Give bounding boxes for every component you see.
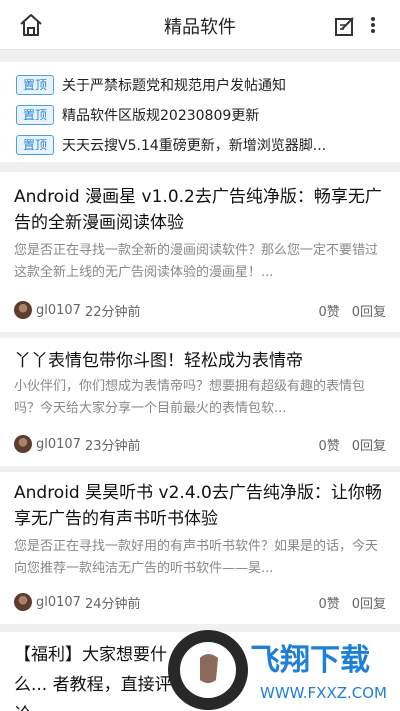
pinned-item[interactable]: 置顶 精品软件区版规20230809更新	[0, 100, 400, 130]
post-summary: 您是否正在寻找一款好用的有声书听书软件？如果是的话，今天向您推荐一款纯洁无广告的…	[14, 539, 379, 576]
post-time: 22分钟前	[84, 304, 141, 320]
post-title: 【福利】大家想要什么... 者教程，直接评论，...	[14, 645, 172, 711]
top-app-bar: 精品软件	[0, 0, 400, 50]
post-author[interactable]: gl0107	[36, 595, 81, 610]
post-author[interactable]: gl0107	[36, 437, 81, 452]
like-count[interactable]: 0赞	[318, 593, 339, 612]
reply-count[interactable]: 0回复	[352, 593, 386, 612]
pinned-item[interactable]: 置顶 关于严禁标题党和规范用户发帖通知	[0, 70, 400, 100]
post-summary: 小伙伴们，你们想成为表情帝吗？想要拥有超级有趣的表情包吗？今天给大家分享一个目前…	[14, 379, 366, 416]
watermark-text: 飞翔下载	[250, 643, 370, 678]
watermark-url: WWW.FXXZ.COM	[260, 684, 387, 702]
pinned-badge: 置顶	[16, 135, 55, 155]
post-author[interactable]: gl0107	[36, 303, 81, 318]
pinned-badge: 置顶	[16, 75, 55, 95]
post-time: 24分钟前	[84, 596, 141, 612]
post-title: 丫丫表情包带你斗图！轻松成为表情帝	[14, 351, 303, 371]
reply-count[interactable]: 0回复	[352, 435, 386, 454]
pinned-badge: 置顶	[16, 105, 55, 125]
post-title: Android 昊昊听书 v2.4.0去广告纯净版：让你畅享无广告的有声书听书体…	[14, 483, 382, 529]
pinned-item[interactable]: 置顶 天天云搜V5.14重磅更新，新增浏览器脚...	[0, 130, 400, 160]
compose-icon[interactable]	[334, 15, 356, 37]
post-meta: gl0107 23分钟前 0赞 0回复	[14, 434, 386, 454]
post-card[interactable]: 丫丫表情包带你斗图！轻松成为表情帝 小伙伴们，你们想成为表情帝吗？想要拥有超级有…	[0, 338, 400, 466]
reply-count[interactable]: 0回复	[352, 301, 386, 320]
avatar[interactable]	[14, 435, 32, 453]
avatar[interactable]	[14, 593, 32, 611]
post-card[interactable]: Android 昊昊听书 v2.4.0去广告纯净版：让你畅享无广告的有声书听书体…	[0, 472, 400, 624]
watermark-logo: 飞翔下载 WWW.FXXZ.COM	[168, 630, 387, 710]
pinned-title: 关于严禁标题党和规范用户发帖通知	[62, 78, 287, 94]
post-card[interactable]: Android 漫画星 v1.0.2去广告纯净版：畅享无广告的全新漫画阅读体验 …	[0, 172, 400, 332]
pinned-title: 天天云搜V5.14重磅更新，新增浏览器脚...	[62, 138, 327, 154]
post-title: Android 漫画星 v1.0.2去广告纯净版：畅享无广告的全新漫画阅读体验	[14, 187, 382, 233]
more-options-icon[interactable]	[366, 14, 380, 36]
avatar[interactable]	[14, 301, 32, 319]
pinned-title: 精品软件区版规20230809更新	[62, 108, 260, 124]
post-meta: gl0107 24分钟前 0赞 0回复	[14, 592, 386, 612]
post-summary: 您是否正在寻找一款全新的漫画阅读软件？那么您一定不要错过这款全新上线的无广告阅读…	[14, 243, 379, 280]
pinned-list: 置顶 关于严禁标题党和规范用户发帖通知 置顶 精品软件区版规20230809更新…	[0, 62, 400, 162]
like-count[interactable]: 0赞	[318, 301, 339, 320]
post-time: 23分钟前	[84, 438, 141, 454]
like-count[interactable]: 0赞	[318, 435, 339, 454]
post-meta: gl0107 22分钟前 0赞 0回复	[14, 300, 386, 320]
